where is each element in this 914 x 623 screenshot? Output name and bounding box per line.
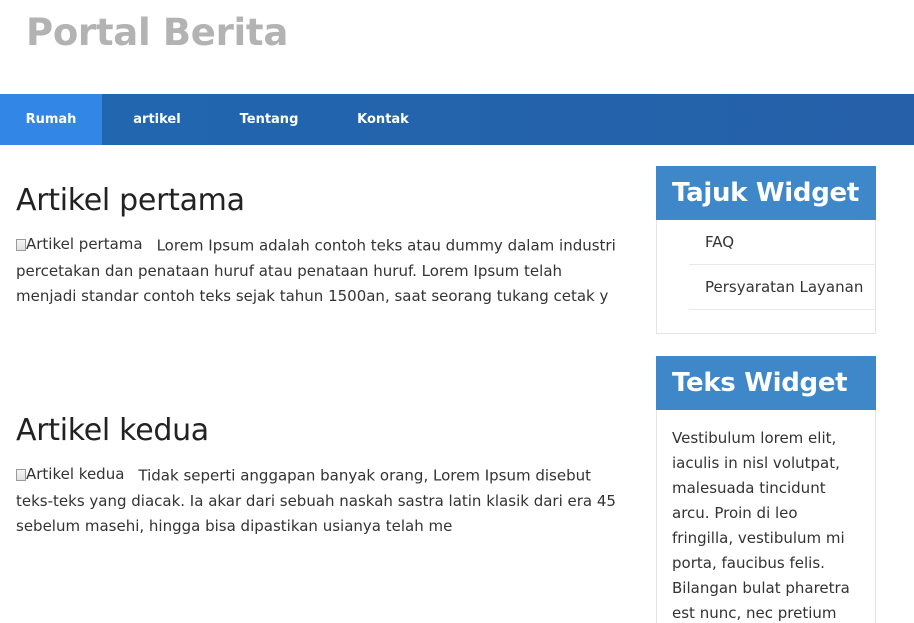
article-title[interactable]: Artikel pertama (16, 183, 616, 218)
nav-item-artikel[interactable]: artikel (102, 94, 212, 145)
widget-link-list: FAQ Persyaratan Layanan (657, 220, 875, 310)
article: Artikel kedua Artikel kedua Tidak sepert… (16, 413, 616, 539)
widget-title: Teks Widget (656, 356, 876, 410)
broken-image-icon (16, 468, 26, 481)
links-widget: Tajuk Widget FAQ Persyaratan Layanan (656, 166, 876, 334)
article-image-alt: Artikel pertama (26, 235, 143, 253)
nav-item-rumah[interactable]: Rumah (0, 94, 102, 145)
widget-title: Tajuk Widget (656, 166, 876, 220)
article-body: Artikel pertama Lorem Ipsum adalah conto… (16, 232, 616, 309)
article-title[interactable]: Artikel kedua (16, 413, 616, 448)
main-navbar: Rumah artikel Tentang Kontak (0, 94, 914, 145)
site-header: Portal Berita (0, 0, 914, 94)
text-widget: Teks Widget Vestibulum lorem elit, iacul… (656, 356, 876, 623)
nav-item-tentang[interactable]: Tentang (212, 94, 326, 145)
article: Artikel pertama Artikel pertama Lorem Ip… (16, 183, 616, 309)
article-body: Artikel kedua Tidak seperti anggapan ban… (16, 462, 616, 539)
main-area: Artikel pertama Artikel pertama Lorem Ip… (0, 145, 914, 623)
nav-item-kontak[interactable]: Kontak (326, 94, 440, 145)
article-image: Artikel kedua (16, 462, 124, 487)
broken-image-icon (16, 238, 26, 251)
article-image-alt: Artikel kedua (26, 465, 125, 483)
widget-link-terms[interactable]: Persyaratan Layanan (689, 265, 875, 310)
article-image: Artikel pertama (16, 232, 143, 257)
widget-text: Vestibulum lorem elit, iaculis in nisl v… (672, 429, 850, 622)
site-title[interactable]: Portal Berita (26, 11, 288, 54)
widget-link-faq[interactable]: FAQ (689, 220, 875, 265)
